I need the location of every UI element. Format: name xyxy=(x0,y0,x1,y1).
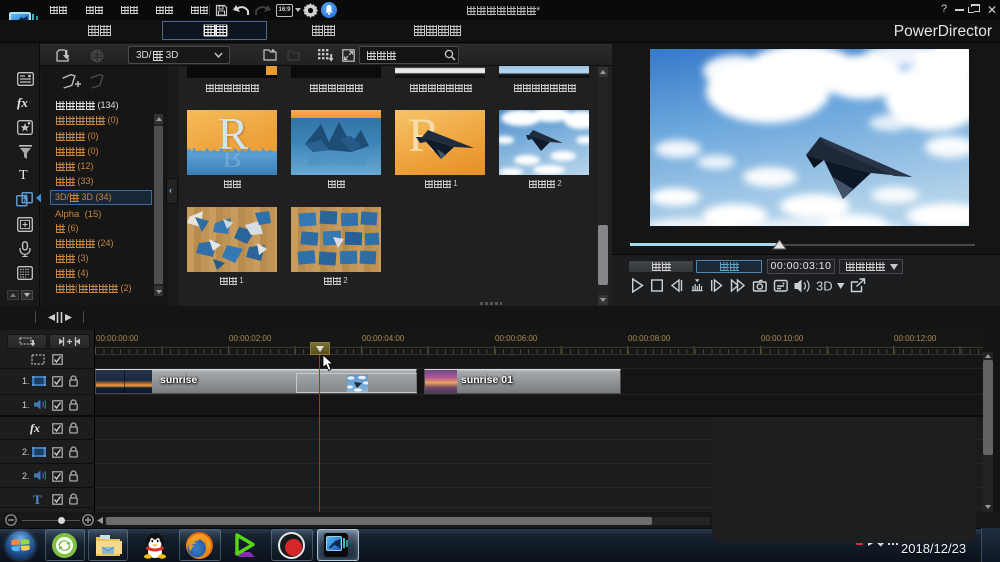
svg-text:3D: 3D xyxy=(816,279,833,294)
